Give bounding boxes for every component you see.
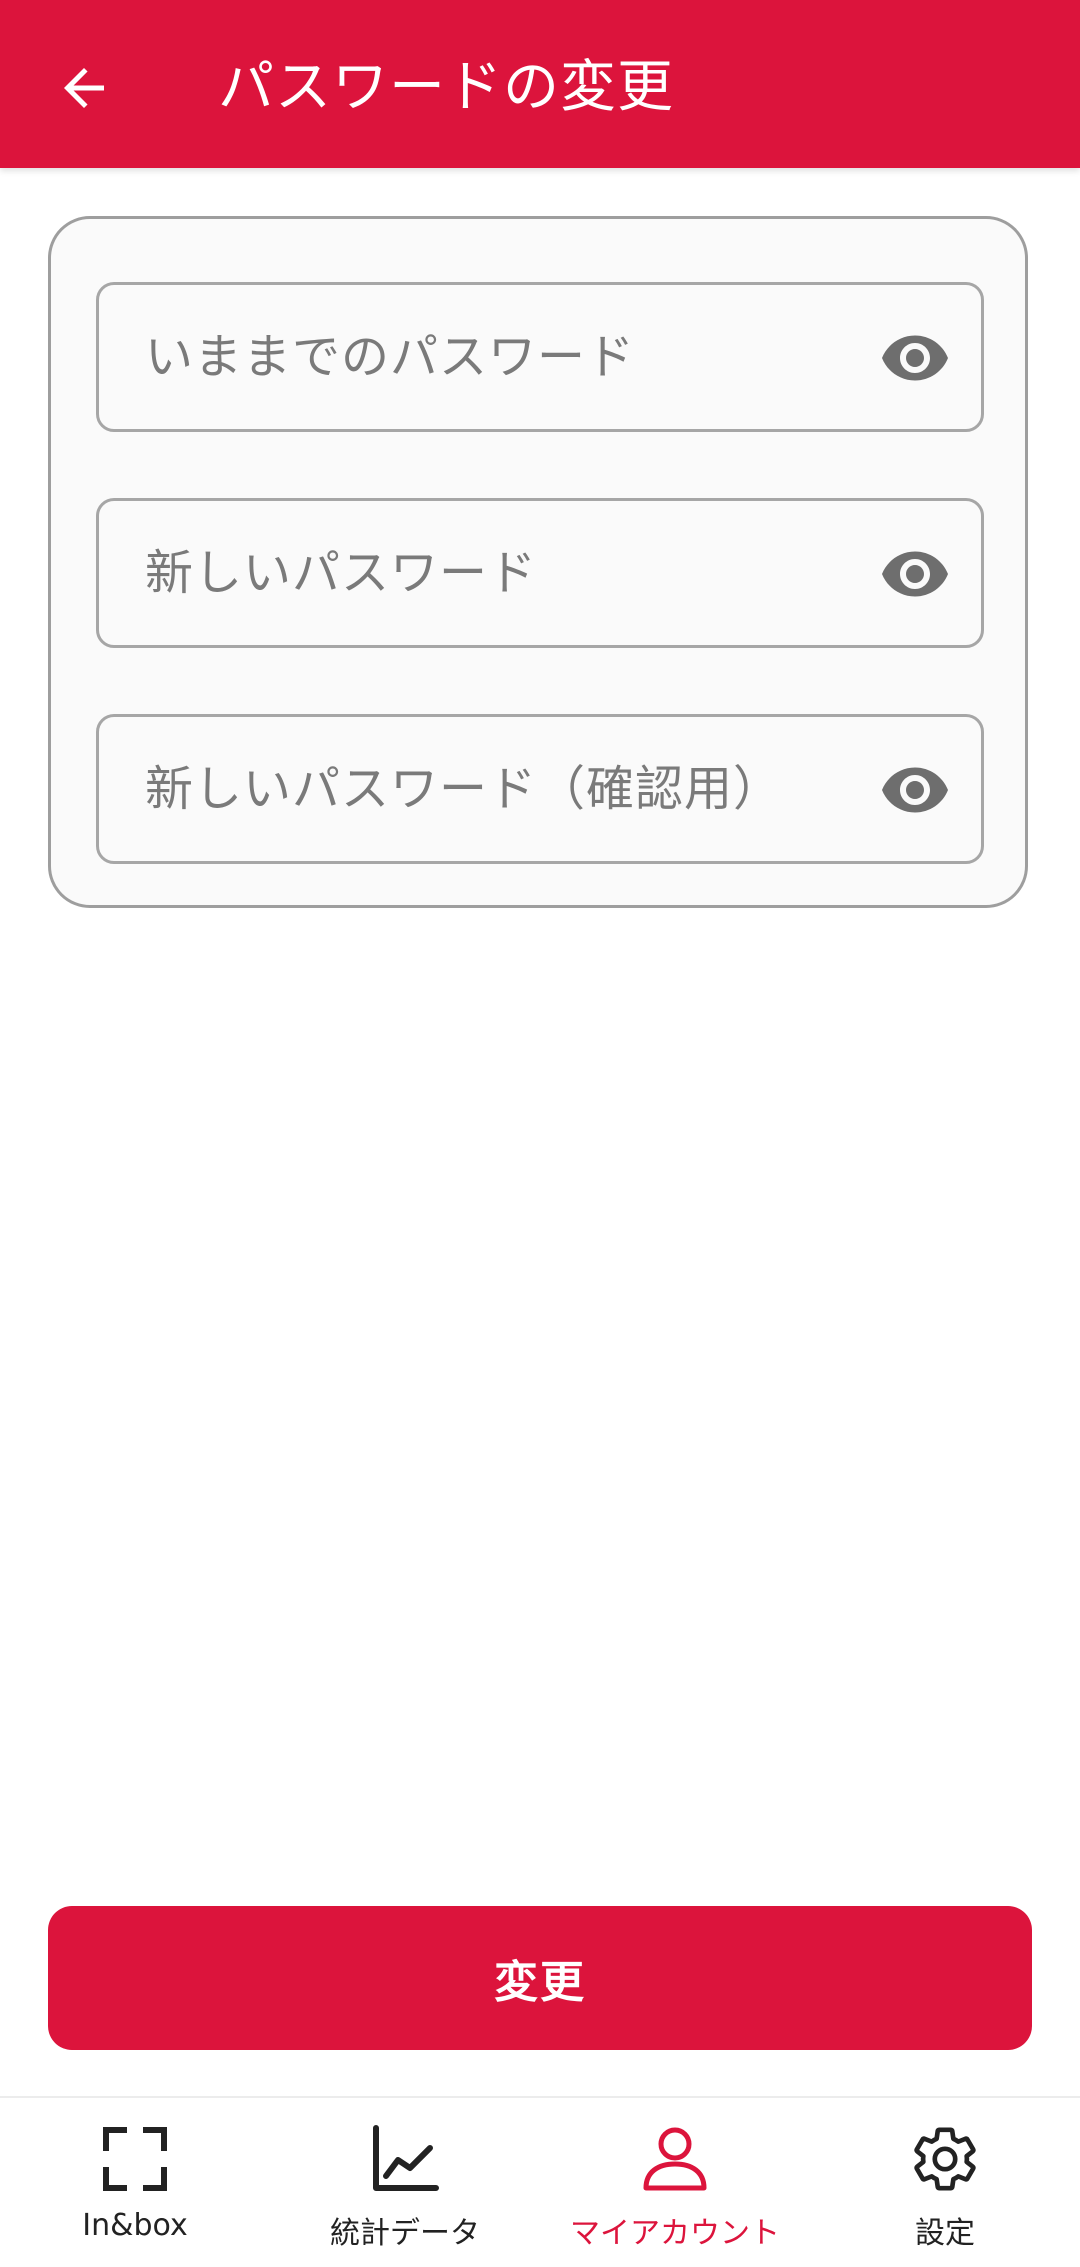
current-password-placeholder: いままでのパスワード: [145, 329, 636, 385]
bottom-navigation: In&box 統計データ マイアカウント 設定: [0, 2096, 1080, 2267]
line-chart-icon: [373, 2125, 439, 2191]
confirm-password-placeholder: 新しいパスワード（確認用）: [145, 761, 783, 817]
toggle-visibility-button[interactable]: [879, 754, 951, 826]
toggle-visibility-button[interactable]: [879, 538, 951, 610]
nav-label-inbox: In&box: [82, 2208, 188, 2243]
eye-icon: [882, 551, 948, 597]
change-password-button[interactable]: 変更: [48, 1906, 1032, 2050]
confirm-password-field[interactable]: 新しいパスワード（確認用）: [96, 714, 984, 864]
page-title: パスワードの変更: [218, 55, 674, 120]
toggle-visibility-button[interactable]: [879, 322, 951, 394]
back-button[interactable]: [42, 46, 126, 130]
eye-icon: [882, 335, 948, 381]
arrow-back-icon: [64, 68, 104, 108]
app-bar: パスワードの変更: [0, 0, 1080, 168]
new-password-placeholder: 新しいパスワード: [145, 545, 538, 601]
nav-item-statistics[interactable]: 統計データ: [270, 2098, 540, 2267]
nav-label-statistics: 統計データ: [330, 2216, 480, 2251]
person-icon: [643, 2127, 707, 2191]
nav-label-settings: 設定: [915, 2216, 975, 2251]
current-password-field[interactable]: いままでのパスワード: [96, 282, 984, 432]
nav-item-inbox[interactable]: In&box: [0, 2098, 270, 2267]
eye-icon: [882, 767, 948, 813]
nav-item-settings[interactable]: 設定: [810, 2098, 1080, 2267]
new-password-field[interactable]: 新しいパスワード: [96, 498, 984, 648]
scan-frame-icon: [103, 2127, 167, 2191]
gear-icon: [914, 2127, 976, 2191]
nav-item-my-account[interactable]: マイアカウント: [540, 2098, 810, 2267]
nav-label-my-account: マイアカウント: [570, 2216, 780, 2251]
